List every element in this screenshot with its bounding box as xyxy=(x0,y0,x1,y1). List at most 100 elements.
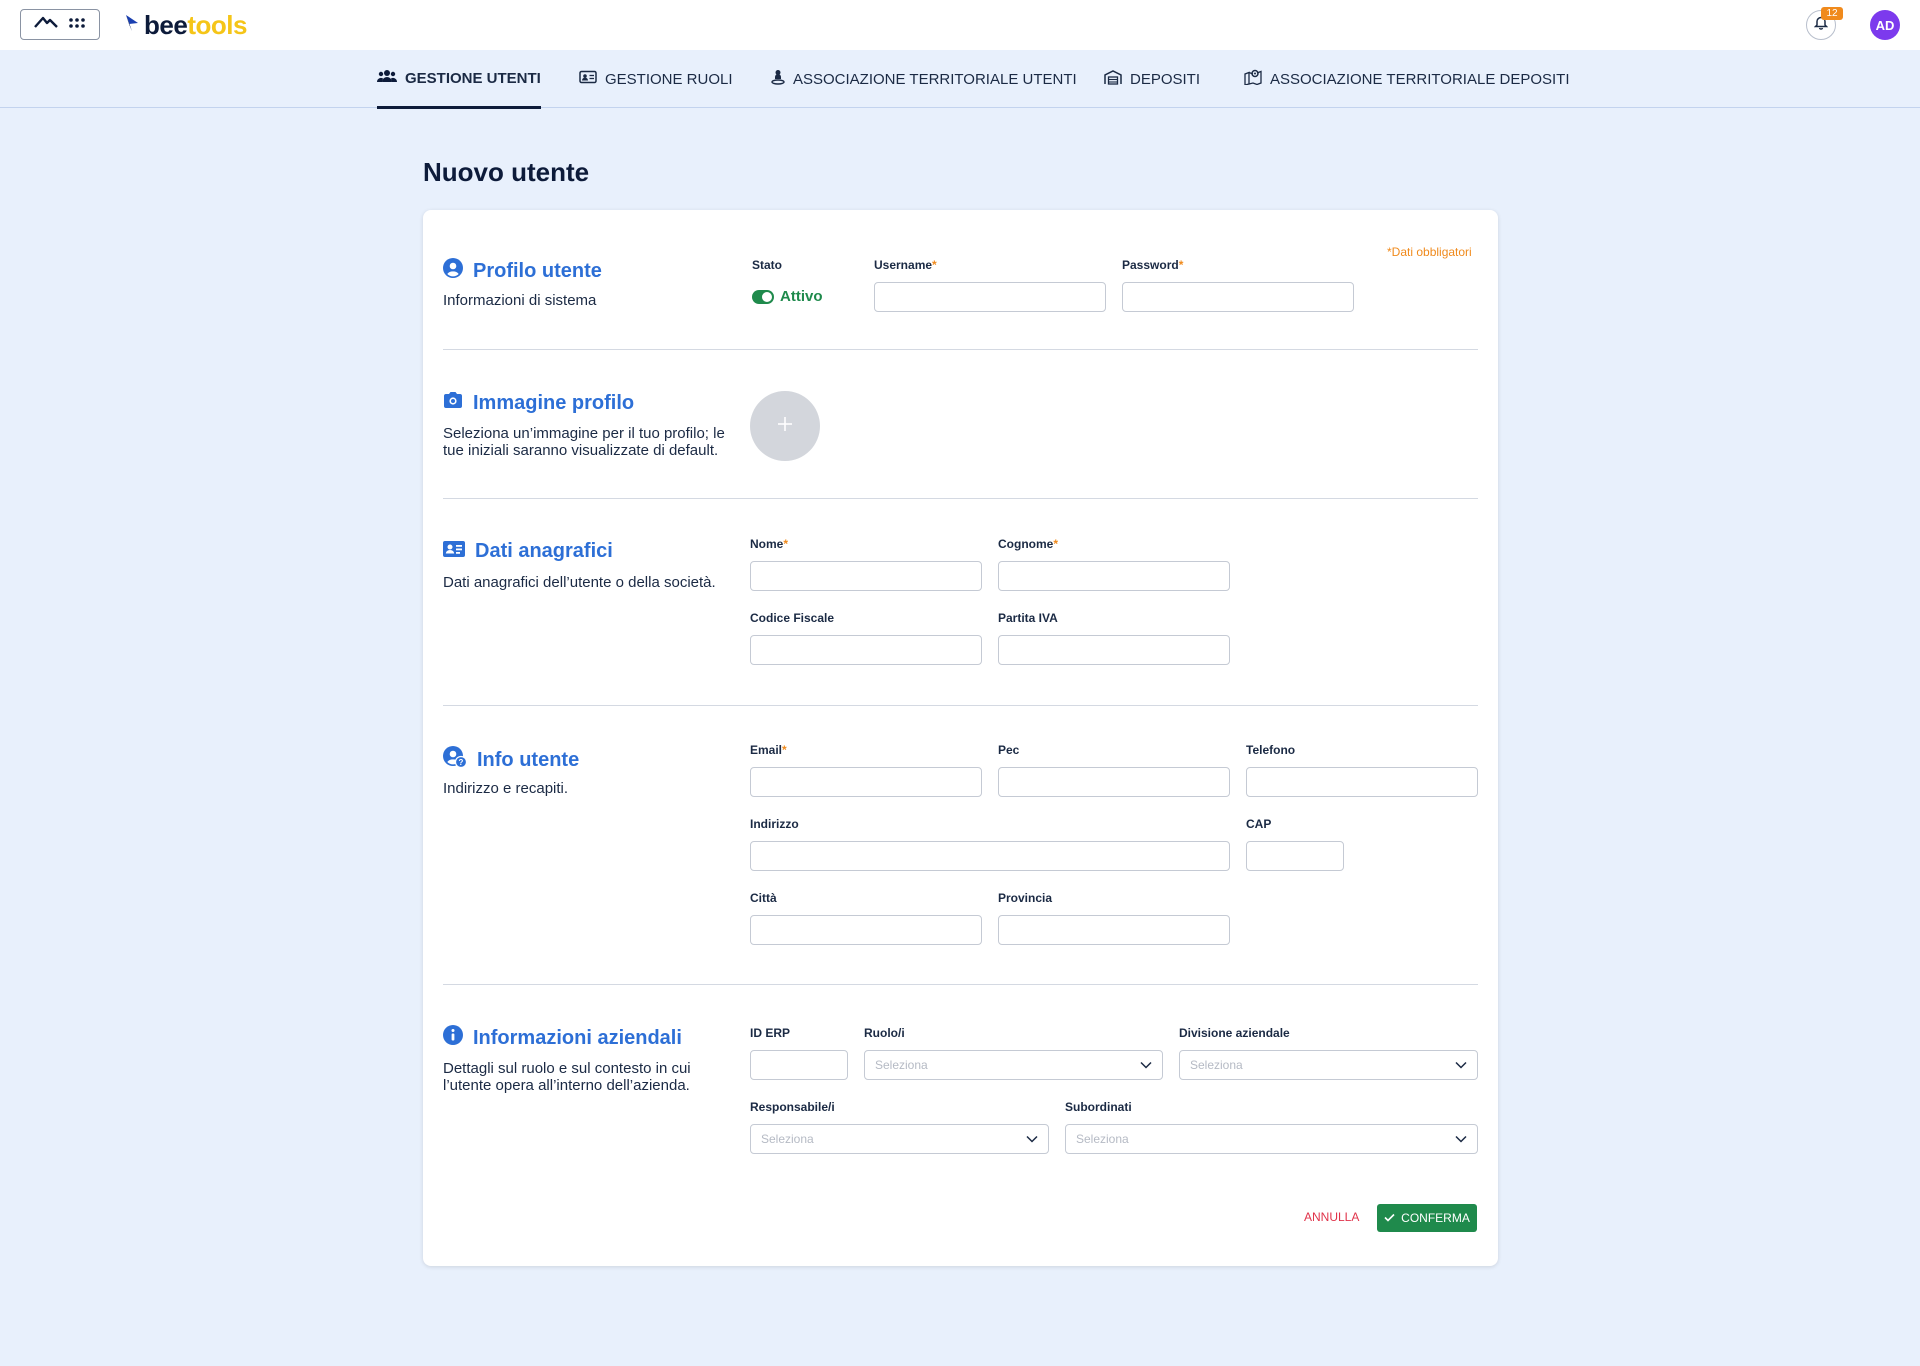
section-divider xyxy=(443,705,1478,706)
section-azienda-desc: Dettagli sul ruolo e sul contesto in cui… xyxy=(443,1060,691,1094)
cap-label: CAP xyxy=(1246,817,1272,831)
tab-associazione-territoriale-utenti[interactable]: ASSOCIAZIONE TERRITORIALE UTENTI xyxy=(771,50,1077,108)
email-label: Email* xyxy=(750,743,787,757)
section-title-text: Profilo utente xyxy=(473,259,602,282)
cap-input[interactable] xyxy=(1246,841,1344,871)
partita-iva-label: Partita IVA xyxy=(998,611,1058,625)
bee-logo-icon xyxy=(124,13,140,38)
divisione-select[interactable]: Seleziona xyxy=(1179,1050,1478,1080)
section-anagrafica-title: Dati anagrafici xyxy=(443,540,613,563)
section-image-title: Immagine profilo xyxy=(443,391,634,415)
subordinati-label: Subordinati xyxy=(1065,1100,1132,1114)
confirm-label: CONFERMA xyxy=(1401,1211,1470,1225)
tab-gestione-ruoli[interactable]: GESTIONE RUOLI xyxy=(579,50,733,108)
new-user-form-card xyxy=(423,210,1498,1266)
person-location-icon xyxy=(771,69,785,89)
select-placeholder: Seleziona xyxy=(1190,1058,1243,1072)
chevron-down-icon xyxy=(1455,1130,1467,1148)
section-divider xyxy=(443,498,1478,499)
citta-input[interactable] xyxy=(750,915,982,945)
responsabili-label: Responsabile/i xyxy=(750,1100,835,1114)
toggle-switch[interactable] xyxy=(752,289,774,304)
section-info-title: ? Info utente xyxy=(443,746,579,774)
cognome-label: Cognome* xyxy=(998,537,1059,551)
mountain-logo-icon xyxy=(34,15,58,34)
section-title-text: Info utente xyxy=(477,748,580,771)
chevron-down-icon xyxy=(1026,1130,1038,1148)
tab-depositi[interactable]: DEPOSITI xyxy=(1104,50,1200,108)
section-divider xyxy=(443,984,1478,985)
username-input[interactable] xyxy=(874,282,1106,312)
divisione-label: Divisione aziendale xyxy=(1179,1026,1290,1040)
cognome-input[interactable] xyxy=(998,561,1230,591)
codice-fiscale-input[interactable] xyxy=(750,635,982,665)
telefono-input[interactable] xyxy=(1246,767,1478,797)
status-toggle[interactable]: Attivo xyxy=(752,288,823,305)
telefono-label: Telefono xyxy=(1246,743,1296,757)
indirizzo-input[interactable] xyxy=(750,841,1230,871)
nome-input[interactable] xyxy=(750,561,982,591)
status-value: Attivo xyxy=(780,288,823,305)
select-placeholder: Seleziona xyxy=(1076,1132,1129,1146)
id-erp-label: ID ERP xyxy=(750,1026,791,1040)
tab-associazione-territoriale-depositi[interactable]: ASSOCIAZIONE TERRITORIALE DEPOSITI xyxy=(1244,50,1570,108)
warehouse-icon xyxy=(1104,69,1122,89)
section-divider xyxy=(443,349,1478,350)
section-title-text: Dati anagrafici xyxy=(475,540,613,562)
svg-text:?: ? xyxy=(459,758,464,767)
email-input[interactable] xyxy=(750,767,982,797)
id-card-icon xyxy=(443,540,465,563)
id-badge-icon xyxy=(579,70,597,88)
citta-label: Città xyxy=(750,891,777,905)
tab-label: ASSOCIAZIONE TERRITORIALE DEPOSITI xyxy=(1270,70,1570,88)
section-title-text: Immagine profilo xyxy=(473,391,635,414)
select-placeholder: Seleziona xyxy=(875,1058,928,1072)
camera-icon xyxy=(443,391,463,415)
provincia-input[interactable] xyxy=(998,915,1230,945)
section-title-text: Informazioni aziendali xyxy=(473,1026,682,1049)
beetools-logo[interactable]: beetools xyxy=(124,12,247,38)
users-icon xyxy=(376,69,398,87)
user-circle-icon xyxy=(443,258,463,284)
select-placeholder: Seleziona xyxy=(761,1132,814,1146)
user-avatar[interactable]: AD xyxy=(1870,10,1900,40)
section-anagrafica-desc: Dati anagrafici dell’utente o della soci… xyxy=(443,574,716,591)
app-switcher-button[interactable] xyxy=(20,9,100,40)
nome-label: Nome* xyxy=(750,537,789,551)
check-icon xyxy=(1384,1211,1395,1225)
password-input[interactable] xyxy=(1122,282,1354,312)
tab-label: DEPOSITI xyxy=(1130,70,1201,88)
info-circle-icon xyxy=(443,1025,463,1051)
responsabili-select[interactable]: Seleziona xyxy=(750,1124,1049,1154)
chevron-down-icon xyxy=(1455,1056,1467,1074)
tab-gestione-utenti[interactable]: GESTIONE UTENTI xyxy=(376,50,541,109)
pec-input[interactable] xyxy=(998,767,1230,797)
page-title: Nuovo utente xyxy=(423,157,590,187)
map-location-icon xyxy=(1244,69,1262,89)
status-label: Stato xyxy=(752,258,782,272)
required-fields-note: *Dati obbligatori xyxy=(1387,245,1472,259)
top-bar: beetools 12 AD xyxy=(0,0,1920,50)
main-nav: GESTIONE UTENTI GESTIONE RUOLI ASSOCIAZI… xyxy=(0,50,1920,109)
provincia-label: Provincia xyxy=(998,891,1053,905)
cancel-button[interactable]: ANNULLA xyxy=(1296,1203,1367,1231)
section-info-desc: Indirizzo e recapiti. xyxy=(443,780,569,797)
section-profile-desc: Informazioni di sistema xyxy=(443,292,597,309)
logo-text-bee: bee xyxy=(144,10,188,40)
partita-iva-input[interactable] xyxy=(998,635,1230,665)
id-erp-input[interactable] xyxy=(750,1050,848,1080)
confirm-button[interactable]: CONFERMA xyxy=(1377,1204,1477,1232)
pec-label: Pec xyxy=(998,743,1020,757)
user-info-icon: ? xyxy=(443,746,468,774)
codice-fiscale-label: Codice Fiscale xyxy=(750,611,835,625)
logo-text-tools: tools xyxy=(187,10,247,40)
ruoli-label: Ruolo/i xyxy=(864,1026,905,1040)
indirizzo-label: Indirizzo xyxy=(750,817,799,831)
password-label: Password* xyxy=(1122,258,1184,272)
tab-label: GESTIONE UTENTI xyxy=(405,69,541,87)
tab-label: ASSOCIAZIONE TERRITORIALE UTENTI xyxy=(793,70,1077,88)
add-profile-image-button[interactable] xyxy=(750,391,820,461)
notification-count-badge: 12 xyxy=(1821,7,1843,20)
subordinati-select[interactable]: Seleziona xyxy=(1065,1124,1478,1154)
ruoli-select[interactable]: Seleziona xyxy=(864,1050,1163,1080)
